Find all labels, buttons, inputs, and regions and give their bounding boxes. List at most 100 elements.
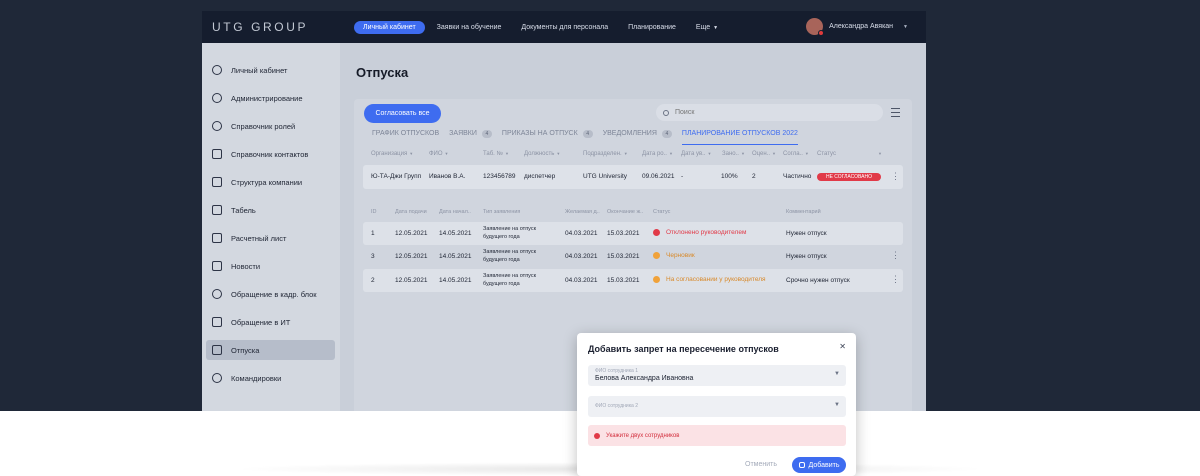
sidebar-item-label: Отпуска: [231, 345, 260, 355]
approve-all-button[interactable]: Согласовать все: [364, 104, 441, 123]
error-icon: [594, 432, 600, 439]
column-header: Дата начал..: [439, 209, 471, 215]
more-options-icon[interactable]: ⋮: [891, 274, 900, 285]
structure-icon: [212, 177, 222, 187]
column-header[interactable]: Дата ув.. ▼: [681, 151, 711, 157]
sidebar-item-it-request[interactable]: Обращение в ИТ: [206, 312, 335, 332]
status-cell: Черновик: [653, 252, 695, 259]
search-box[interactable]: [656, 104, 883, 121]
table-header: Организация ▼ ФИО ▼ Таб. № ▼ Должность ▼ Под…: [371, 151, 901, 161]
vacation-icon: [212, 345, 222, 355]
sidebar-item-roles[interactable]: Справочник ролей: [206, 116, 335, 136]
table-row[interactable]: 1 12.05.2021 14.05.2021 Заявление на отп…: [363, 222, 903, 245]
tab-label: ПРИКАЗЫ НА ОТПУСК: [501, 130, 578, 137]
logo[interactable]: UTG GROUP: [212, 20, 308, 34]
it-icon: [212, 317, 222, 327]
table-row[interactable]: Ю-ТА-Джи Групп Иванов В.А. 123456789 дис…: [363, 165, 903, 189]
employee-2-select[interactable]: ФИО сотрудника 2 ▼: [588, 396, 846, 417]
notification-dot: [818, 30, 825, 36]
column-header[interactable]: Дата ро.. ▼: [642, 151, 673, 157]
sidebar-item-news[interactable]: Новости: [206, 256, 335, 276]
sort-icon: ▼: [740, 151, 745, 156]
column-header[interactable]: ФИО ▼: [429, 151, 449, 157]
tab-orders[interactable]: ПРИКАЗЫ НА ОТПУСК 4: [502, 128, 593, 145]
tab-planning-2022[interactable]: ПЛАНИРОВАНИЕ ОТПУСКОВ 2022: [681, 128, 798, 145]
column-header[interactable]: Таб. № ▼: [483, 151, 509, 157]
cell-end: 15.03.2021: [607, 253, 640, 260]
sidebar-item-label: Табель: [231, 205, 256, 215]
cell-comment: Нужен отпуск: [786, 230, 827, 237]
add-button[interactable]: Добавить: [792, 457, 846, 473]
modal-title: Добавить запрет на пересечение отпусков: [588, 344, 779, 354]
sidebar-item-payslip[interactable]: Расчетный лист: [206, 228, 335, 248]
sidebar-item-hr-request[interactable]: Обращение в кадр. блок: [206, 284, 335, 304]
cell-id: 2: [371, 277, 375, 284]
column-header-label: Дата ро..: [642, 151, 667, 157]
tab-label: ГРАФИК ОТПУСКОВ: [372, 130, 440, 137]
column-header[interactable]: Должность ▼: [524, 151, 560, 157]
sidebar-item-label: Структура компании: [231, 177, 303, 187]
hr-icon: [212, 289, 222, 299]
tab-schedule[interactable]: ГРАФИК ОТПУСКОВ: [372, 128, 439, 145]
sort-icon: ▼: [556, 151, 561, 156]
cell-id: 1: [371, 230, 375, 237]
cell-end: 15.03.2021: [607, 230, 640, 237]
search-input[interactable]: [675, 109, 865, 116]
user-menu[interactable]: Александра Авякан ▼: [806, 18, 908, 36]
sort-icon: ▼: [804, 151, 809, 156]
column-header[interactable]: Зано.. ▼: [722, 151, 745, 157]
column-header[interactable]: Оцен.. ▼: [752, 151, 776, 157]
column-header-label: Таб. №: [483, 151, 503, 157]
sort-icon[interactable]: ▼: [876, 151, 882, 157]
column-header[interactable]: Статус: [817, 151, 836, 157]
alert-text: Укажите двух сотрудников: [606, 432, 680, 439]
tab-label: ЗАЯВКИ: [449, 130, 477, 137]
column-header: Желаемая д..: [565, 209, 600, 215]
cell-desired: 04.03.2021: [565, 230, 598, 237]
cancel-button[interactable]: Отменить: [745, 461, 777, 468]
filter-settings-icon[interactable]: [891, 108, 900, 117]
sidebar-item-contacts[interactable]: Справочник контактов: [206, 144, 335, 164]
nav-item-more[interactable]: Еще ▼: [696, 24, 718, 31]
sidebar-item-label: Расчетный лист: [231, 233, 287, 243]
tab-requests[interactable]: ЗАЯВКИ 4: [449, 128, 492, 145]
plane-icon: [212, 373, 222, 383]
column-header[interactable]: Подразделен. ▼: [583, 151, 628, 157]
more-options-icon[interactable]: ⋮: [891, 171, 900, 182]
table-row[interactable]: 2 12.05.2021 14.05.2021 Заявление на отп…: [363, 269, 903, 292]
tab-label: УВЕДОМЛЕНИЯ: [602, 130, 657, 137]
sidebar-item-label: Справочник контактов: [231, 149, 309, 159]
role-icon: [212, 121, 222, 131]
table-row[interactable]: 3 12.05.2021 14.05.2021 Заявление на отп…: [363, 245, 903, 268]
search-icon: [663, 109, 669, 116]
field-placeholder: ФИО сотрудника 2: [595, 403, 638, 409]
type-line: Заявление на отпуск: [483, 273, 537, 279]
more-options-icon[interactable]: ⋮: [891, 250, 900, 261]
column-header: Тип заявления: [483, 209, 521, 215]
nav-item-training[interactable]: Заявки на обучение: [437, 24, 502, 31]
cell-submitted: 12.05.2021: [395, 230, 428, 237]
column-header[interactable]: Согла.. ▼: [783, 151, 809, 157]
sort-icon: ▼: [707, 151, 712, 156]
close-icon[interactable]: ✕: [839, 342, 846, 351]
cell-id: 3: [371, 253, 375, 260]
topbar: UTG GROUP Личный кабинет Заявки на обуче…: [202, 11, 926, 43]
employee-1-select[interactable]: ФИО сотрудника 1 Белова Александра Ивано…: [588, 365, 846, 386]
nav-item-cabinet[interactable]: Личный кабинет: [354, 21, 425, 34]
tab-label: ПЛАНИРОВАНИЕ ОТПУСКОВ 2022: [681, 130, 798, 137]
column-header[interactable]: Организация ▼: [371, 151, 413, 157]
tab-notifications[interactable]: УВЕДОМЛЕНИЯ 4: [603, 128, 672, 145]
user-name: Александра Авякан: [829, 23, 894, 30]
sidebar-item-cabinet[interactable]: Личный кабинет: [206, 60, 335, 80]
sidebar-item-vacations[interactable]: Отпуска: [206, 340, 335, 360]
chevron-down-icon: ▼: [834, 402, 840, 408]
nav-item-documents[interactable]: Документы для персонала: [521, 24, 608, 31]
sidebar-item-timesheet[interactable]: Табель: [206, 200, 335, 220]
sidebar-item-admin[interactable]: Администрирование: [206, 88, 335, 108]
sidebar-item-trips[interactable]: Командировки: [206, 368, 335, 388]
sidebar-item-structure[interactable]: Структура компании: [206, 172, 335, 192]
add-button-label: Добавить: [808, 461, 840, 469]
avatar: [806, 18, 825, 36]
nav-item-planning[interactable]: Планирование: [628, 24, 676, 31]
cell-comment: Нужен отпуск: [786, 253, 827, 260]
